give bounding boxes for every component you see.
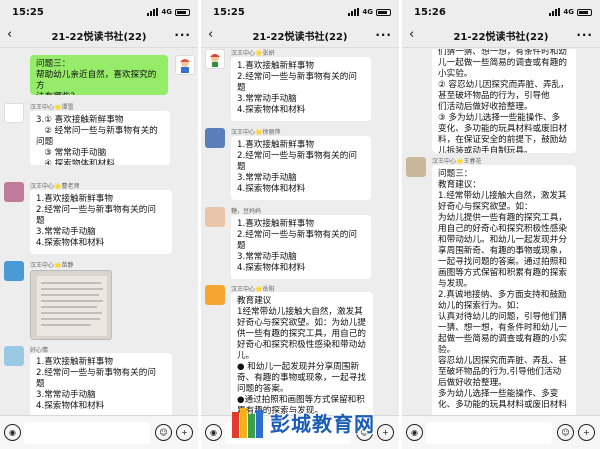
message-bubble[interactable]: 问题三： 教育建议： 1.经常带幼儿接触大自然，激发其 好奇心与探究欲望。如： … — [432, 165, 576, 415]
message-bubble[interactable]: 1.喜欢接触新鲜事物 2.经常问一些与新事物有关的问 题 3.常常动手动脑 4.… — [30, 190, 172, 254]
message-list: 汉王中心🌟张妍 1.喜欢接触新鲜事物 2.经常问一些与新事物有关的问 题 3.常… — [201, 49, 399, 415]
chat-title: 21-22悦读书社(22) — [453, 32, 549, 43]
message-bubble[interactable]: 3.① 喜欢接触新鲜事物 ② 经常问一些与新事物有关的问题 ③ 常常动手动脑 ④… — [30, 111, 170, 165]
battery-icon — [577, 8, 592, 16]
status-bar: 15:26 4G — [402, 0, 600, 24]
chat-screen-1: 15:25 4G ‹ 21-22悦读书社(22) ··· 问题三： 帮助幼儿亲近… — [0, 0, 198, 449]
emoji-icon[interactable]: ☺ — [557, 424, 574, 441]
network-label: 4G — [563, 8, 574, 16]
avatar[interactable] — [175, 55, 195, 75]
watermark: 彭城教育网 — [228, 402, 388, 446]
status-icons: 4G — [348, 8, 391, 16]
input-bar: ◉ ☺ + — [402, 415, 600, 449]
signal-icon — [348, 8, 360, 16]
chat-screen-2: 15:25 4G ‹ 21-22悦读书社(22) ··· 汉王中心🌟张妍 1.喜… — [201, 0, 399, 449]
status-time: 15:25 — [12, 6, 44, 18]
avatar[interactable] — [4, 261, 24, 281]
sender-name: 糖，豆妈妈 — [231, 208, 262, 215]
voice-icon[interactable]: ◉ — [4, 424, 21, 441]
avatar[interactable] — [205, 207, 225, 227]
sender-name: 汉王中心🌟谭雪 — [30, 104, 74, 111]
message-bubble[interactable]: 1.喜欢接触新鲜事物 2.经常问一些与新事物有关的问 题 3.常常动手动脑 4.… — [30, 353, 172, 415]
sender-name: 汉王中心🌟王春花 — [432, 158, 482, 165]
avatar[interactable] — [4, 182, 24, 202]
back-icon[interactable]: ‹ — [208, 27, 213, 42]
more-icon[interactable]: ··· — [174, 28, 191, 42]
sender-name: 汉王中心🌟曹老师 — [30, 183, 80, 190]
message-input[interactable] — [426, 422, 552, 444]
message-list: 们猜一猜、想一想，有条件时和幼 儿一起做一些简易的调查或有趣的 小实验。 ② 容… — [402, 49, 600, 415]
chat-screen-3: 15:26 4G ‹ 21-22悦读书社(22) ··· 们猜一猜、想一想，有条… — [402, 0, 600, 449]
message-bubble[interactable]: 1.喜欢接触新鲜事物 2.经常问一些与新事物有关的问 题 3.常常动手动脑 4.… — [231, 57, 371, 121]
plus-icon[interactable]: + — [176, 424, 193, 441]
chat-title-bar: ‹ 21-22悦读书社(22) ··· — [201, 24, 399, 48]
voice-icon[interactable]: ◉ — [406, 424, 423, 441]
battery-icon — [376, 8, 391, 16]
back-icon[interactable]: ‹ — [409, 27, 414, 42]
network-label: 4G — [362, 8, 373, 16]
sender-name: 汉王中心🌟徐丽萍 — [231, 129, 281, 136]
plus-icon[interactable]: + — [578, 424, 595, 441]
status-bar: 15:25 4G — [201, 0, 399, 24]
input-bar: ◉ ☺ + — [0, 415, 198, 449]
signal-icon — [549, 8, 561, 16]
avatar[interactable] — [4, 103, 24, 123]
chat-title: 21-22悦读书社(22) — [51, 32, 147, 43]
sender-name: 汉王中心🌟张妍 — [231, 50, 275, 57]
signal-icon — [147, 8, 159, 16]
chat-title: 21-22悦读书社(22) — [252, 32, 348, 43]
message-bubble[interactable]: 教育建议 1经常带幼儿接触大自然，激发其 好奇心与探究欲望。如：为幼儿提 供一些… — [231, 292, 373, 415]
status-time: 15:25 — [213, 6, 245, 18]
message-bubble[interactable]: 问题三： 帮助幼儿亲近自然，喜欢探究的方 法有哪些？ — [30, 55, 168, 95]
more-icon[interactable]: ··· — [375, 28, 392, 42]
watermark-text: 彭城教育网 — [270, 412, 375, 436]
watermark-logo-icon — [232, 408, 263, 438]
emoji-icon[interactable]: ☺ — [155, 424, 172, 441]
more-icon[interactable]: ··· — [576, 28, 593, 42]
sender-name: 汉王中心🌟苗静 — [30, 262, 74, 269]
message-input[interactable] — [24, 422, 150, 444]
voice-icon[interactable]: ◉ — [205, 424, 222, 441]
chat-title-bar: ‹ 21-22悦读书社(22) ··· — [402, 24, 600, 48]
back-icon[interactable]: ‹ — [7, 27, 12, 42]
avatar[interactable] — [205, 49, 225, 69]
message-bubble[interactable]: 1.喜欢接触新鲜事物 2.经常问一些与新事物有关的问 题 3.常常动手动脑 4.… — [231, 215, 371, 279]
avatar[interactable] — [4, 346, 24, 366]
message-list: 问题三： 帮助幼儿亲近自然，喜欢探究的方 法有哪些？ 汉王中心🌟谭雪 3.① 喜… — [0, 49, 198, 415]
avatar[interactable] — [406, 157, 426, 177]
avatar[interactable] — [205, 285, 225, 305]
message-bubble[interactable]: 1.喜欢接触新鲜事物 2.经常问一些与新事物有关的问 题 3.常常动手动脑 4.… — [231, 136, 371, 200]
network-label: 4G — [161, 8, 172, 16]
status-icons: 4G — [147, 8, 190, 16]
avatar[interactable] — [205, 128, 225, 148]
chat-title-bar: ‹ 21-22悦读书社(22) ··· — [0, 24, 198, 48]
status-bar: 15:25 4G — [0, 0, 198, 24]
status-time: 15:26 — [414, 6, 446, 18]
battery-icon — [175, 8, 190, 16]
status-icons: 4G — [549, 8, 592, 16]
message-bubble[interactable]: 们猜一猜、想一想，有条件时和幼 儿一起做一些简易的调查或有趣的 小实验。 ② 容… — [432, 49, 576, 153]
image-message[interactable] — [30, 270, 112, 340]
